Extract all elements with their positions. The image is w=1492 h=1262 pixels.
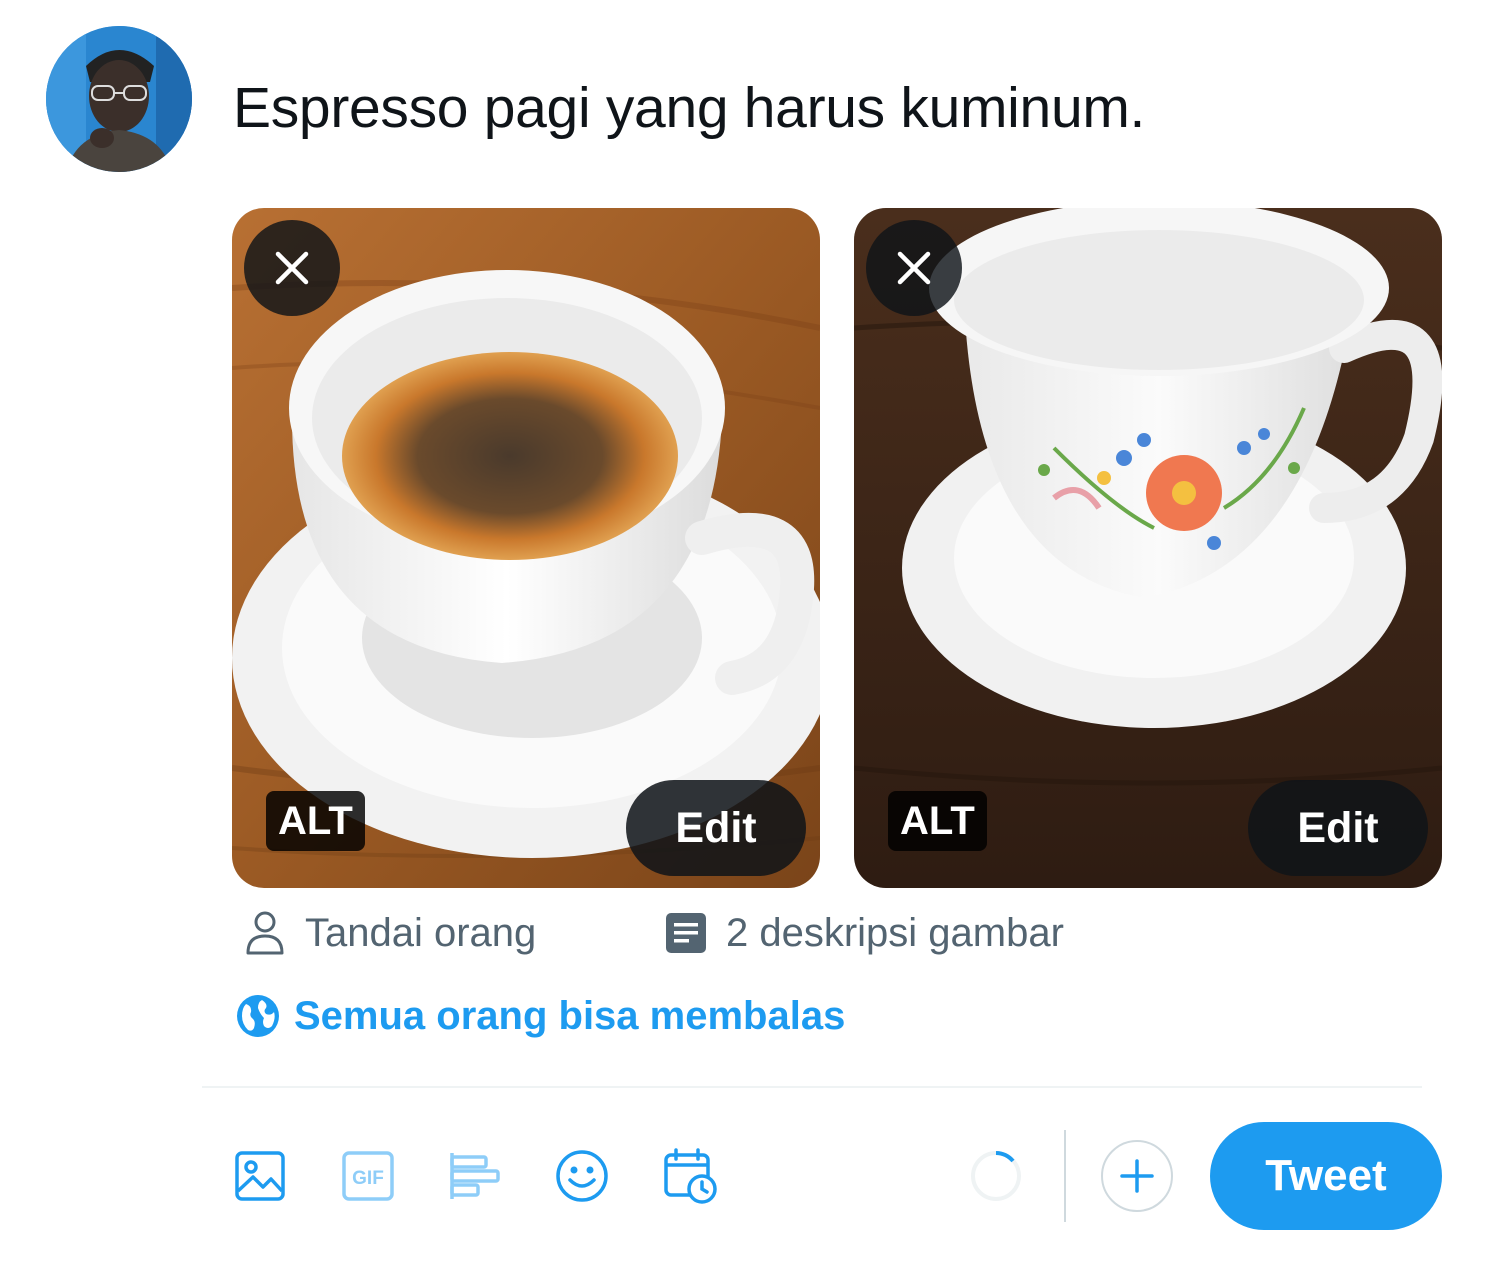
poll-icon (450, 1153, 500, 1199)
globe-icon (236, 994, 280, 1038)
remove-media-button[interactable] (866, 220, 962, 316)
edit-media-button[interactable]: Edit (626, 780, 806, 876)
reply-setting-button[interactable]: Semua orang bisa membalas (236, 990, 845, 1042)
tweet-button[interactable]: Tweet (1210, 1122, 1442, 1230)
character-count-progress (968, 1148, 1024, 1204)
alt-badge[interactable]: ALT (266, 791, 365, 851)
emoji-icon (556, 1150, 608, 1202)
document-icon (664, 911, 708, 955)
alt-badge[interactable]: ALT (888, 791, 987, 851)
edit-media-button[interactable]: Edit (1248, 780, 1428, 876)
plus-icon (1120, 1159, 1154, 1193)
add-poll-button[interactable] (445, 1146, 505, 1206)
person-icon (245, 910, 285, 956)
add-emoji-button[interactable] (552, 1146, 612, 1206)
add-tweet-to-thread-button[interactable] (1101, 1140, 1173, 1212)
media-attachment-floral-cup[interactable]: ALT Edit (854, 208, 1442, 888)
toolbar-separator (1064, 1130, 1066, 1222)
media-attachment-espresso[interactable]: ALT Edit (232, 208, 820, 888)
add-media-button[interactable] (230, 1146, 290, 1206)
add-gif-button[interactable]: GIF (338, 1146, 398, 1206)
tag-people-label: Tandai orang (305, 910, 537, 955)
schedule-button[interactable] (660, 1146, 720, 1206)
tag-people-button[interactable]: Tandai orang (245, 905, 536, 961)
divider (202, 1086, 1422, 1088)
close-icon (275, 251, 309, 285)
remove-media-button[interactable] (244, 220, 340, 316)
gif-icon: GIF (342, 1151, 394, 1201)
image-icon (235, 1151, 285, 1201)
close-icon (897, 251, 931, 285)
tweet-text[interactable]: Espresso pagi yang harus kuminum. (233, 74, 1145, 142)
avatar[interactable] (46, 26, 192, 172)
reply-setting-label: Semua orang bisa membalas (294, 993, 846, 1038)
image-descriptions-button[interactable]: 2 deskripsi gambar (664, 905, 1064, 961)
schedule-icon (664, 1148, 717, 1204)
image-descriptions-label: 2 deskripsi gambar (726, 910, 1064, 955)
gif-icon-text: GIF (352, 1168, 384, 1189)
